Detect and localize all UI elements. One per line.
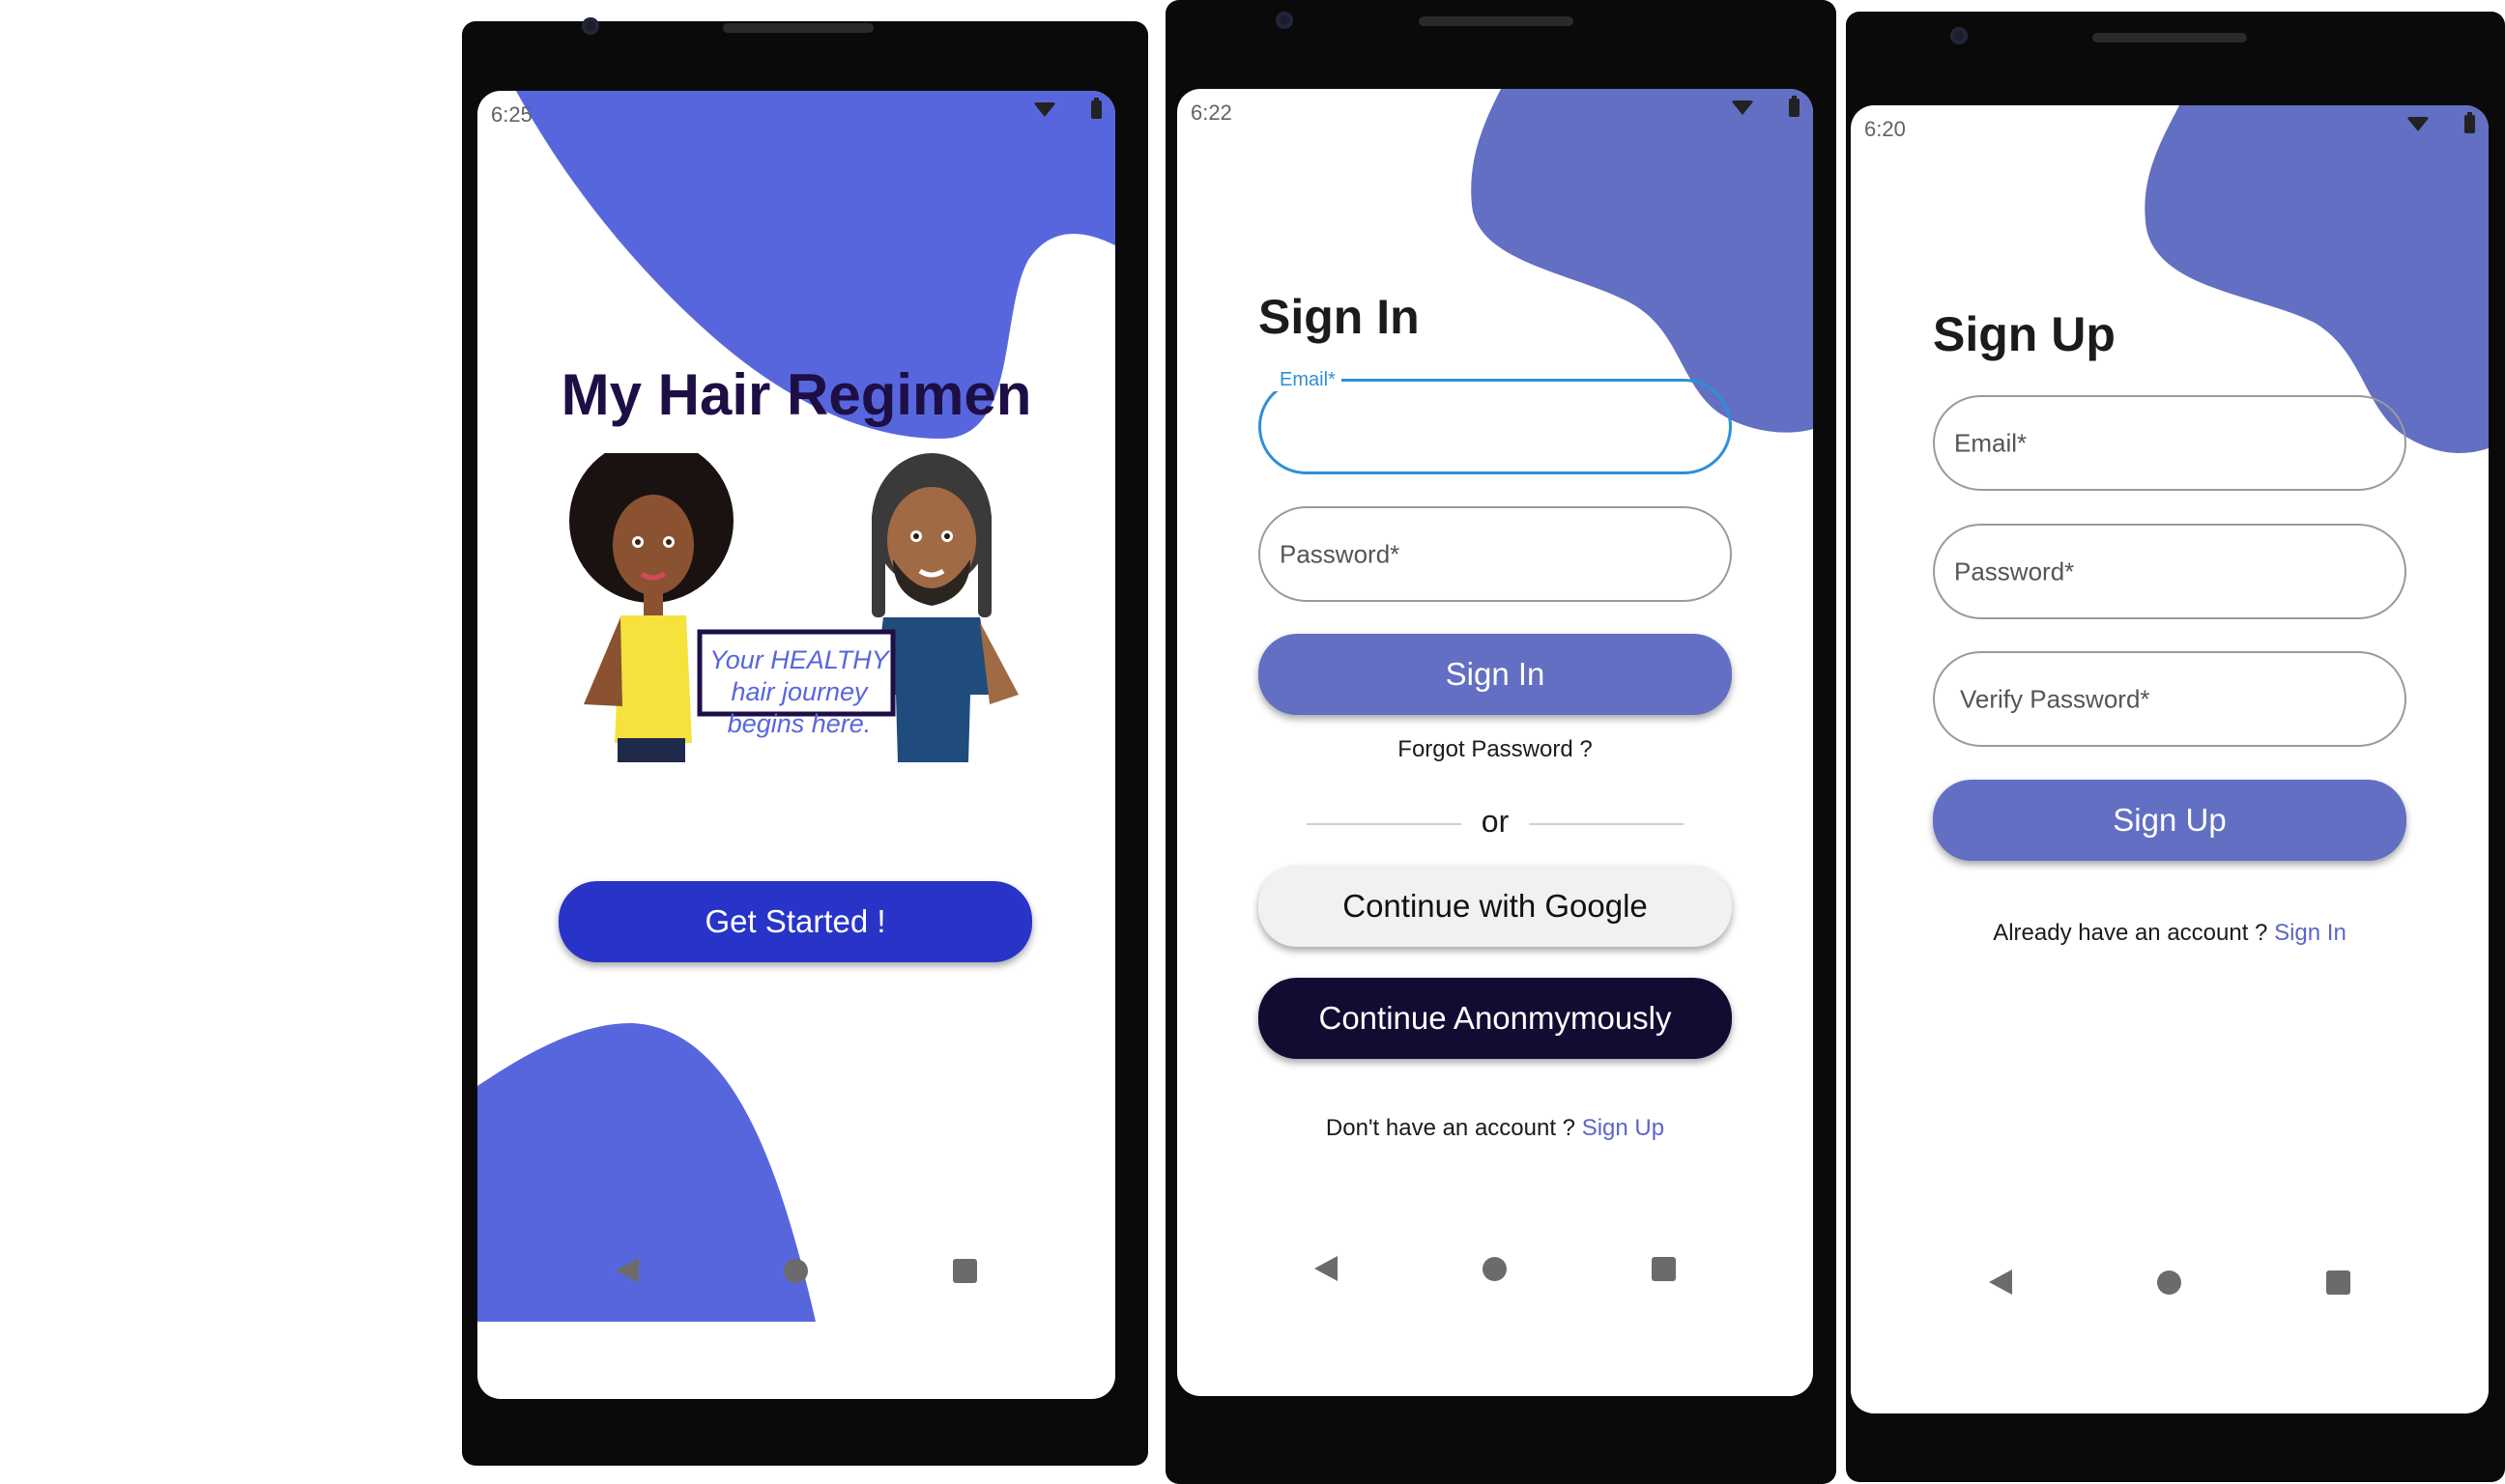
recents-icon[interactable] <box>1652 1256 1676 1281</box>
status-time: 6:20 <box>1864 117 1906 141</box>
sign-up-link[interactable]: Sign Up <box>1582 1115 1664 1141</box>
front-camera <box>582 17 599 35</box>
sign-in-prompt: Already have an account ? Sign In <box>1851 920 2489 947</box>
battery-icon <box>1789 96 1800 117</box>
android-nav-bar <box>477 1258 1115 1283</box>
continue-anonymously-button[interactable]: Continue Anonmymously <box>1258 978 1732 1059</box>
no-account-text: Don't have an account ? <box>1325 1115 1576 1141</box>
get-started-button[interactable]: Get Started ! <box>559 881 1032 962</box>
sign-up-button[interactable]: Sign Up <box>1933 780 2406 861</box>
android-nav-bar <box>1851 1270 2489 1295</box>
front-camera <box>1950 27 1968 44</box>
verify-password-field-label: Verify Password* <box>1960 684 2150 713</box>
wifi-icon <box>2406 117 2430 131</box>
verify-password-field[interactable]: Verify Password* <box>1933 651 2406 747</box>
status-time: 6:25 <box>491 102 533 127</box>
email-field[interactable] <box>1258 379 1732 474</box>
email-field-label: Email* <box>1274 369 1341 391</box>
sign-in-button[interactable]: Sign In <box>1258 634 1732 715</box>
welcome-sign-text: Your HEALTHY hair journey begins here. <box>709 645 889 738</box>
page-title: Sign Up <box>1933 307 2116 361</box>
status-icons <box>2406 112 2475 133</box>
or-label: or <box>1481 804 1510 839</box>
recents-icon[interactable] <box>953 1258 977 1283</box>
front-camera <box>1276 12 1293 29</box>
sign-up-prompt: Don't have an account ? Sign Up <box>1177 1115 1813 1142</box>
password-field[interactable]: Password* <box>1933 524 2406 619</box>
or-divider: or <box>1307 804 1684 842</box>
email-field[interactable]: Email* <box>1933 395 2406 491</box>
android-nav-bar <box>1177 1256 1813 1281</box>
status-time: 6:22 <box>1191 100 1232 125</box>
sign-in-screen: 6:22 Sign In Email* Password* Sign In Fo… <box>1177 89 1813 1396</box>
status-icons <box>1731 96 1800 117</box>
forgot-password-link[interactable]: Forgot Password ? <box>1177 736 1813 763</box>
wifi-icon <box>1731 100 1754 115</box>
home-icon[interactable] <box>2157 1270 2181 1295</box>
wifi-icon <box>1033 102 1056 117</box>
home-icon[interactable] <box>1483 1256 1507 1281</box>
phone-frame-welcome: 6:25 My Hair Regimen Your HEALTHY hair j… <box>462 17 1148 1466</box>
phone-frame-sign-up: 6:20 Sign Up Email* Password* Verify Pas… <box>1846 12 2505 1482</box>
password-field-label: Password* <box>1954 556 2075 585</box>
back-icon[interactable] <box>616 1258 639 1283</box>
battery-icon <box>1091 98 1102 119</box>
recents-icon[interactable] <box>2326 1270 2350 1295</box>
home-icon[interactable] <box>784 1258 808 1283</box>
have-account-text: Already have an account ? <box>1993 920 2268 946</box>
page-title: Sign In <box>1258 290 1420 344</box>
back-icon[interactable] <box>1314 1256 1338 1281</box>
password-field[interactable]: Password* <box>1258 506 1732 602</box>
continue-google-button[interactable]: Continue with Google <box>1258 866 1732 947</box>
earpiece-speaker <box>2092 33 2247 43</box>
app-title: My Hair Regimen <box>561 362 1032 427</box>
phone-frame-sign-in: 6:22 Sign In Email* Password* Sign In Fo… <box>1166 0 1836 1484</box>
password-field-label: Password* <box>1280 539 1400 568</box>
status-icons <box>1033 98 1102 119</box>
divider-line-right <box>1529 823 1684 825</box>
email-field-label: Email* <box>1954 428 2028 457</box>
welcome-screen: 6:25 My Hair Regimen Your HEALTHY hair j… <box>477 91 1115 1399</box>
battery-icon <box>2464 112 2475 133</box>
earpiece-speaker <box>723 23 874 33</box>
sign-up-screen: 6:20 Sign Up Email* Password* Verify Pas… <box>1851 105 2489 1413</box>
back-icon[interactable] <box>1989 1270 2012 1295</box>
earpiece-speaker <box>1419 16 1573 26</box>
sign-in-link[interactable]: Sign In <box>2274 920 2347 946</box>
